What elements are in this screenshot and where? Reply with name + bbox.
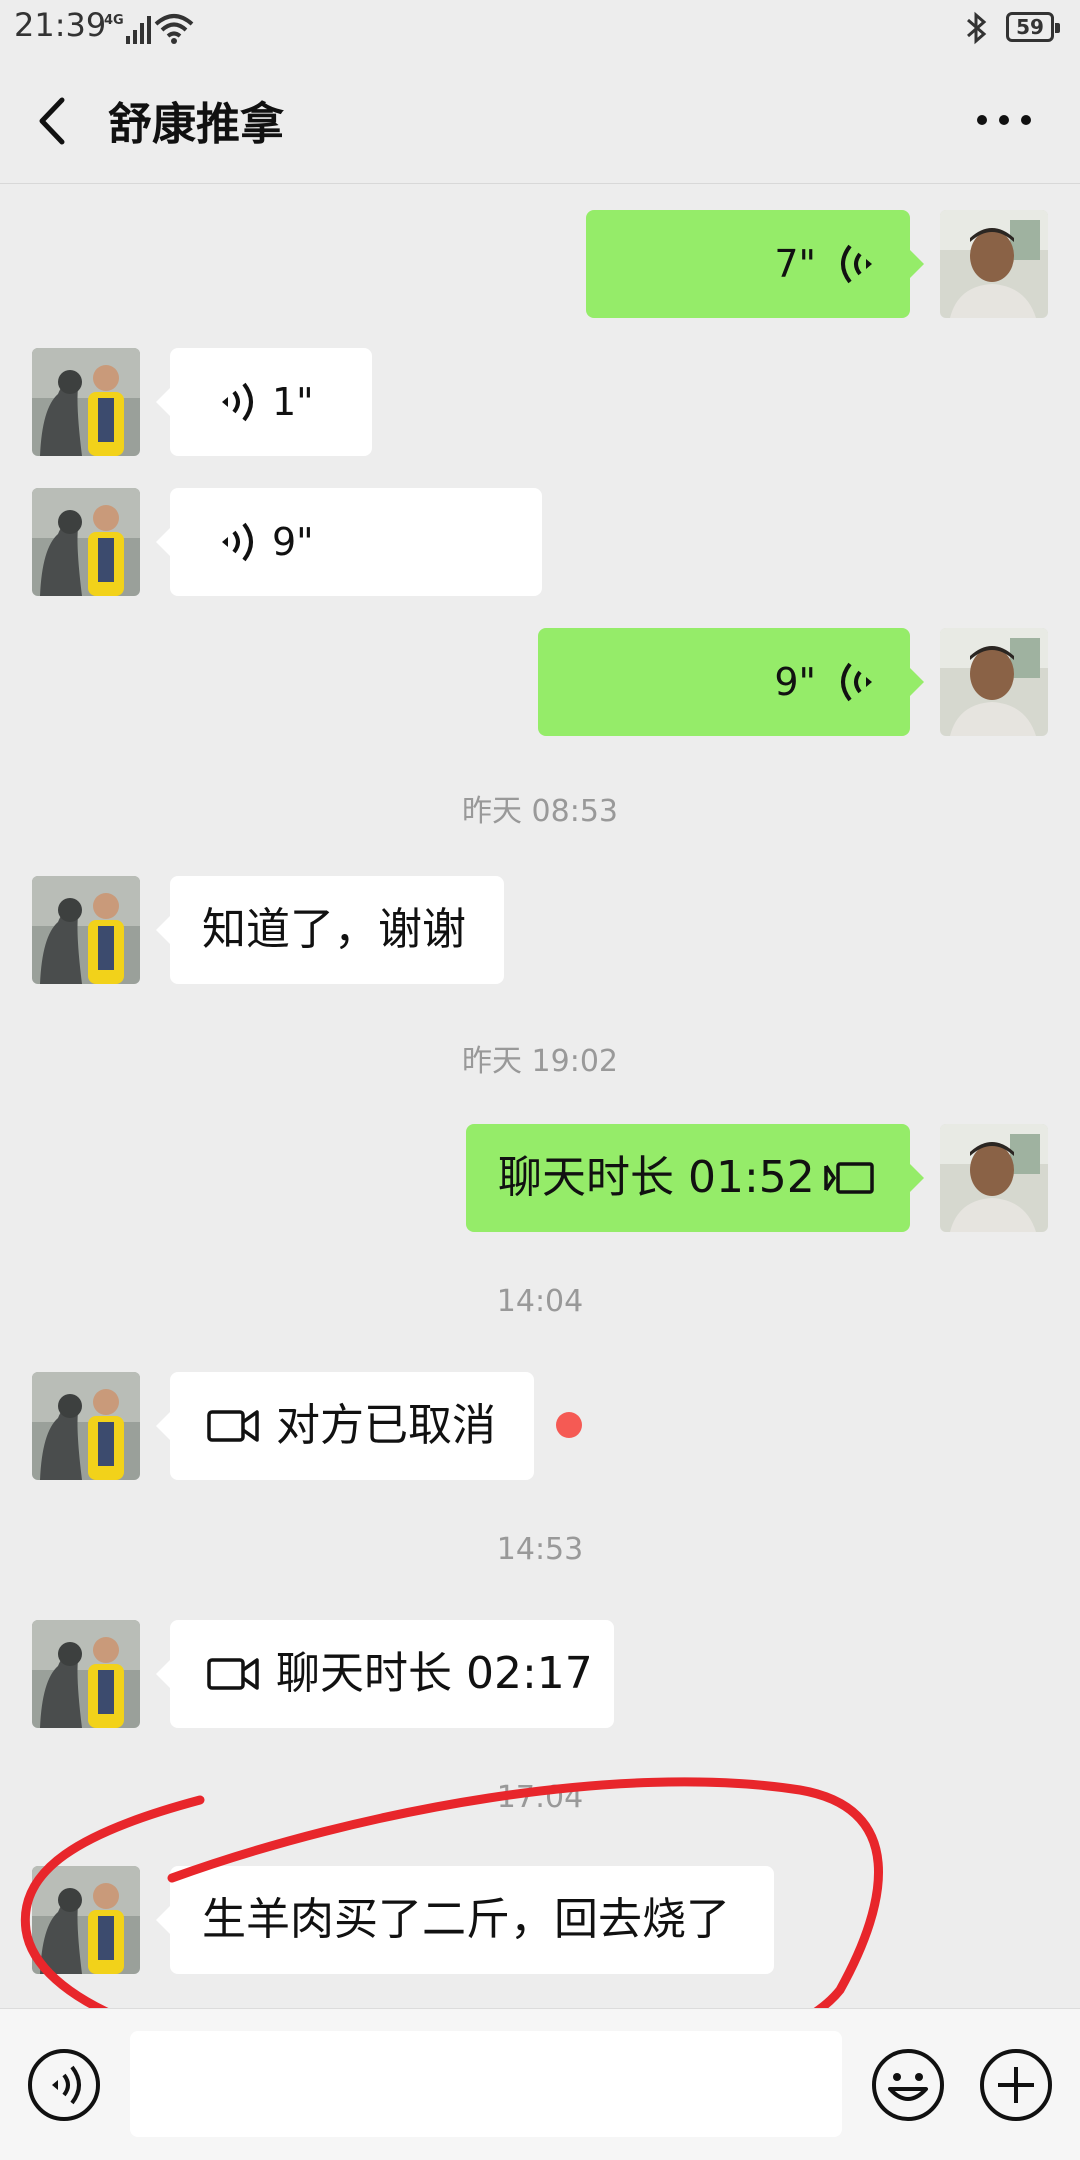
voice-message-incoming[interactable]: 1": [156, 348, 372, 456]
video-call-duration: 聊天时长 02:17: [276, 1648, 593, 1699]
text-message-incoming[interactable]: 知道了，谢谢: [156, 876, 504, 984]
timestamp: 14:04: [496, 1284, 584, 1319]
video-call-status: 对方已取消: [276, 1400, 496, 1451]
call-duration-text: 聊天时长 01:52: [498, 1152, 815, 1203]
signal-4g-icon: 4G: [104, 13, 151, 44]
voice-duration: 9": [272, 520, 314, 564]
plus-icon[interactable]: [978, 2047, 1054, 2123]
video-call-message-incoming[interactable]: 对方已取消: [156, 1372, 534, 1480]
voice-message-outgoing[interactable]: 9": [538, 628, 924, 736]
chat-header: 舒康推拿: [0, 56, 1080, 184]
timestamp: 昨天 19:02: [462, 1044, 618, 1079]
more-icon[interactable]: [976, 108, 1032, 132]
avatar-self[interactable]: [940, 210, 1048, 318]
voice-call-message-outgoing[interactable]: 聊天时长 01:52: [466, 1124, 924, 1232]
back-icon[interactable]: [34, 94, 70, 148]
voice-wave-icon: [222, 382, 253, 422]
avatar-contact[interactable]: [32, 1866, 140, 1974]
message-input[interactable]: [130, 2031, 842, 2137]
network-label: 4G: [104, 13, 124, 28]
avatar-contact[interactable]: [32, 1620, 140, 1728]
avatar-contact[interactable]: [32, 348, 140, 456]
chat-title: 舒康推拿: [108, 99, 284, 150]
battery-icon: 59: [1006, 12, 1060, 42]
timestamp: 17:04: [496, 1780, 584, 1815]
avatar-self[interactable]: [940, 1124, 1048, 1232]
voice-wave-icon: [841, 244, 872, 284]
video-call-message-incoming[interactable]: 聊天时长 02:17: [156, 1620, 614, 1728]
avatar-contact[interactable]: [32, 488, 140, 596]
voice-mode-icon[interactable]: [26, 2047, 102, 2123]
avatar-self[interactable]: [940, 628, 1048, 736]
bluetooth-icon: [967, 11, 987, 45]
voice-wave-icon: [841, 662, 872, 702]
wifi-icon: [154, 14, 194, 44]
voice-call-icon: [824, 1162, 874, 1194]
voice-wave-icon: [222, 522, 253, 562]
text-message-incoming[interactable]: 生羊肉买了二斤，回去烧了: [156, 1866, 774, 1974]
timestamp: 14:53: [496, 1532, 584, 1567]
video-call-icon: [207, 1658, 259, 1690]
voice-duration: 1": [272, 380, 314, 424]
input-bar: [0, 2008, 1080, 2160]
avatar-contact[interactable]: [32, 1372, 140, 1480]
video-call-icon: [207, 1410, 259, 1442]
voice-duration: 9": [774, 660, 816, 704]
voice-message-incoming[interactable]: 9": [156, 488, 542, 596]
voice-message-outgoing[interactable]: 7": [586, 210, 924, 318]
voice-duration: 7": [774, 242, 816, 286]
status-bar: 21:39 4G 59: [0, 0, 1080, 56]
unread-dot: [556, 1412, 582, 1438]
annotation-circle: [20, 1777, 883, 2079]
avatar-contact[interactable]: [32, 876, 140, 984]
timestamp: 昨天 08:53: [462, 794, 618, 829]
emoji-icon[interactable]: [870, 2047, 946, 2123]
status-time: 21:39: [14, 6, 107, 44]
